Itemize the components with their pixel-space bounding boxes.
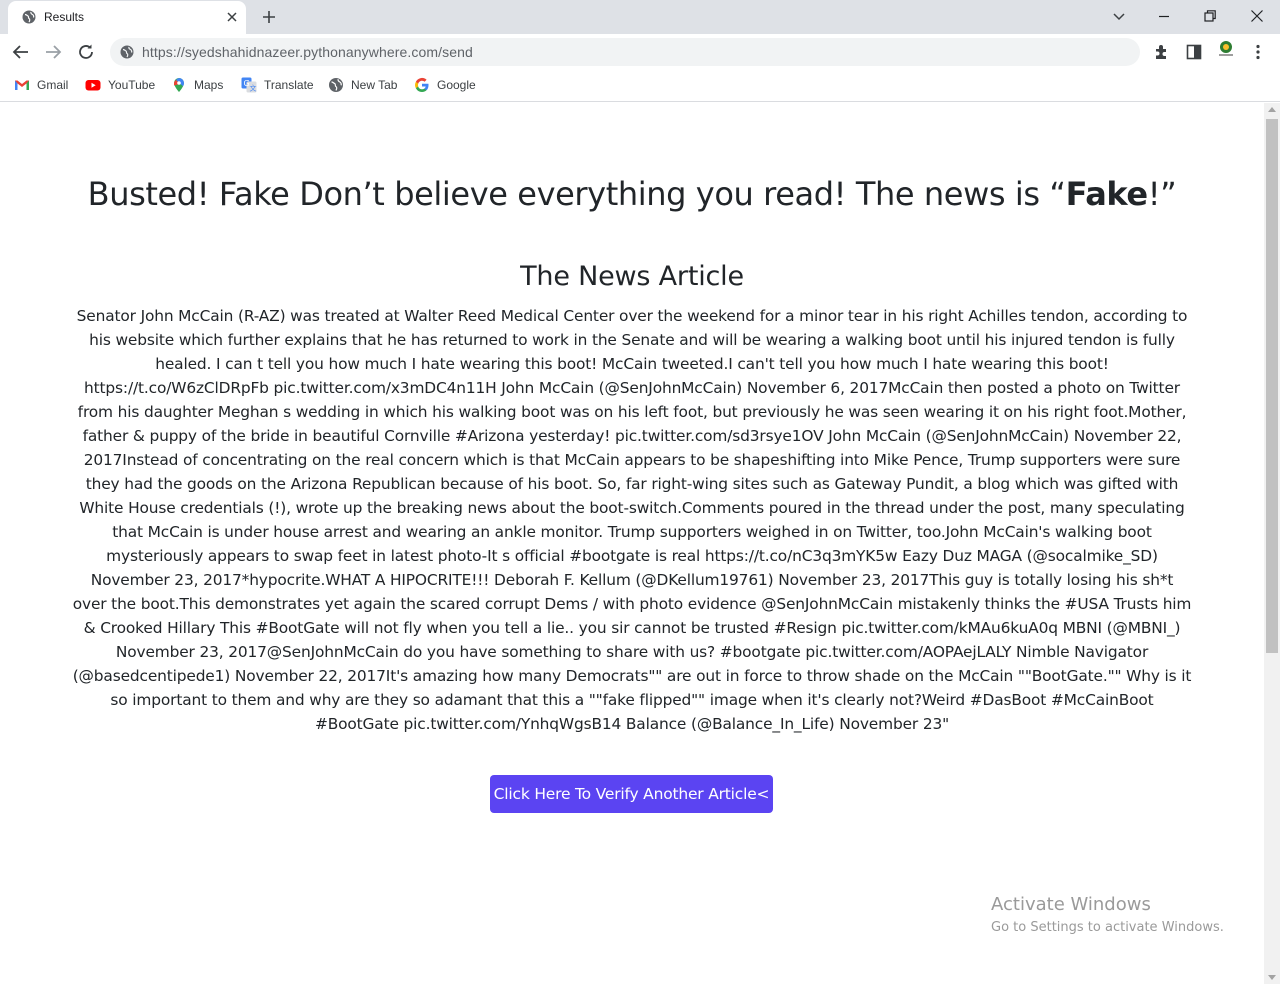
activate-windows-watermark: Activate Windows Go to Settings to activ… (991, 894, 1224, 935)
translate-icon: G 文 (241, 77, 257, 93)
globe-icon (329, 78, 343, 92)
tab-search-icon[interactable] (1109, 6, 1129, 26)
youtube-icon (85, 80, 101, 91)
maps-icon (174, 78, 184, 92)
article-title: The News Article (520, 261, 744, 292)
headline-prefix: Busted! Fake Don’t believe everything yo… (87, 175, 1066, 213)
verdict-headline: Busted! Fake Don’t believe everything yo… (0, 175, 1264, 213)
bookmark-label: Google (437, 78, 476, 92)
tab-title: Results (44, 10, 85, 24)
bookmark-label: Maps (194, 78, 224, 92)
bookmark-gmail[interactable]: Gmail (14, 76, 68, 94)
site-info-icon[interactable] (120, 45, 134, 59)
bookmark-google[interactable]: Google (414, 76, 476, 94)
forward-arrow-icon[interactable] (42, 41, 64, 63)
close-tab-icon[interactable] (224, 9, 240, 25)
bookmarks-bar: Gmail YouTube Maps G 文 Translate New Tab… (0, 70, 1280, 102)
scroll-down-arrow-icon[interactable] (1268, 975, 1276, 980)
close-window-icon[interactable] (1247, 6, 1267, 26)
gmail-icon (15, 80, 29, 90)
globe-icon (22, 10, 36, 24)
google-icon (415, 77, 429, 93)
extensions-puzzle-icon[interactable] (1152, 42, 1172, 62)
reload-icon[interactable] (75, 41, 97, 63)
bookmark-maps[interactable]: Maps (171, 76, 223, 94)
vertical-scrollbar[interactable] (1264, 103, 1280, 984)
bookmark-label: Translate (264, 78, 314, 92)
bookmark-youtube[interactable]: YouTube (85, 76, 155, 94)
tab-strip: Results (0, 0, 1280, 34)
scroll-up-arrow-icon[interactable] (1268, 107, 1276, 112)
bookmark-translate[interactable]: G 文 Translate (241, 76, 314, 94)
browser-tab[interactable]: Results (8, 1, 246, 34)
bookmark-new-tab[interactable]: New Tab (328, 76, 397, 94)
bookmark-label: New Tab (351, 78, 398, 92)
address-bar[interactable]: https://syedshahidnazeer.pythonanywhere.… (110, 38, 1140, 66)
headline-suffix: !” (1147, 175, 1177, 213)
url-text: https://syedshahidnazeer.pythonanywhere.… (142, 44, 473, 60)
browser-toolbar: https://syedshahidnazeer.pythonanywhere.… (0, 34, 1280, 70)
svg-text:文: 文 (250, 84, 257, 93)
extension-logo-icon[interactable] (1216, 40, 1236, 60)
verify-another-article-button[interactable]: Click Here To Verify Another Article< (490, 775, 773, 813)
article-text: Senator John McCain (R-AZ) was treated a… (72, 307, 1192, 733)
side-panel-icon[interactable] (1184, 42, 1204, 62)
bookmark-label: YouTube (108, 78, 156, 92)
watermark-subtitle: Go to Settings to activate Windows. (991, 920, 1224, 935)
verdict-label: Fake (1065, 175, 1149, 213)
restore-icon[interactable] (1200, 6, 1220, 26)
watermark-title: Activate Windows (991, 894, 1151, 915)
minimize-icon[interactable] (1154, 6, 1174, 26)
back-arrow-icon[interactable] (10, 41, 32, 63)
page-viewport: Busted! Fake Don’t believe everything yo… (0, 103, 1264, 984)
scrollbar-thumb[interactable] (1266, 119, 1278, 653)
bookmark-label: Gmail (37, 78, 69, 92)
new-tab-icon[interactable] (259, 8, 279, 26)
chrome-menu-icon[interactable] (1248, 42, 1268, 62)
